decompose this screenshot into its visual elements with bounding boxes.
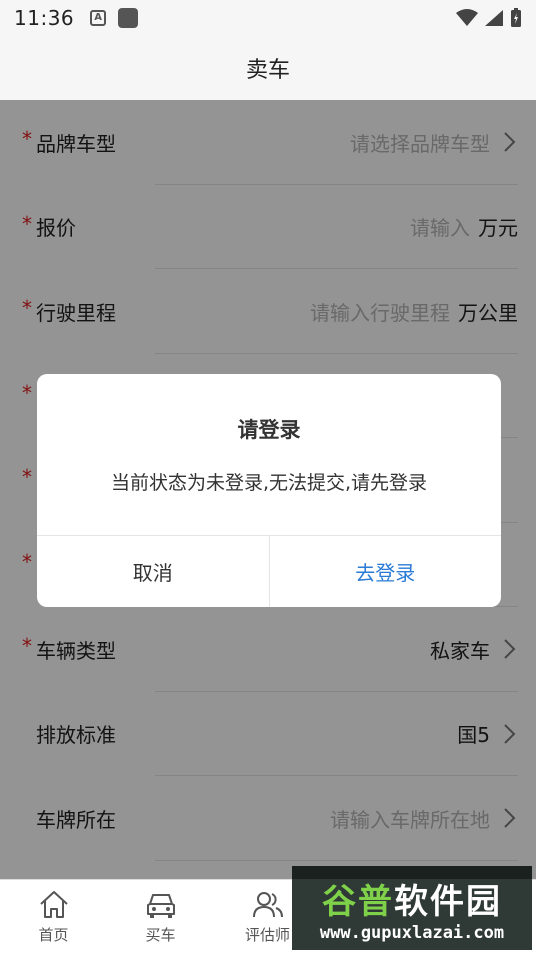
dialog-message: 当前状态为未登录,无法提交,请先登录 (110, 472, 428, 494)
tab-label: 首页 (38, 926, 69, 944)
cancel-button[interactable]: 取消 (37, 536, 270, 607)
tab-buy-car[interactable]: 买车 (107, 880, 214, 954)
status-bar: 11:36 A (0, 0, 536, 36)
a-notification-icon: A (90, 10, 107, 26)
nav-bar: 卖车 (0, 36, 536, 100)
signal-icon (485, 10, 503, 26)
watermark-title-green: 谷普 (322, 881, 394, 922)
wifi-icon (456, 9, 478, 26)
app-notification-icon (118, 8, 139, 28)
dialog-title: 请登录 (237, 418, 301, 442)
tab-label: 评估师 (244, 926, 290, 944)
watermark-url: www.gupuxlazai.com (319, 922, 505, 943)
watermark-title-white: 软件园 (394, 881, 502, 922)
people-icon (252, 892, 283, 918)
dialog-buttons: 取消 去登录 (37, 535, 501, 607)
status-time: 11:36 (14, 6, 75, 30)
tab-label: 买车 (145, 926, 176, 944)
page-title: 卖车 (245, 58, 290, 83)
home-icon (39, 891, 68, 918)
tab-home[interactable]: 首页 (0, 880, 107, 954)
battery-icon (511, 8, 521, 27)
go-login-button[interactable]: 去登录 (270, 536, 502, 607)
car-icon (146, 894, 175, 918)
login-required-dialog: 请登录 当前状态为未登录,无法提交,请先登录 取消 去登录 (37, 374, 501, 607)
